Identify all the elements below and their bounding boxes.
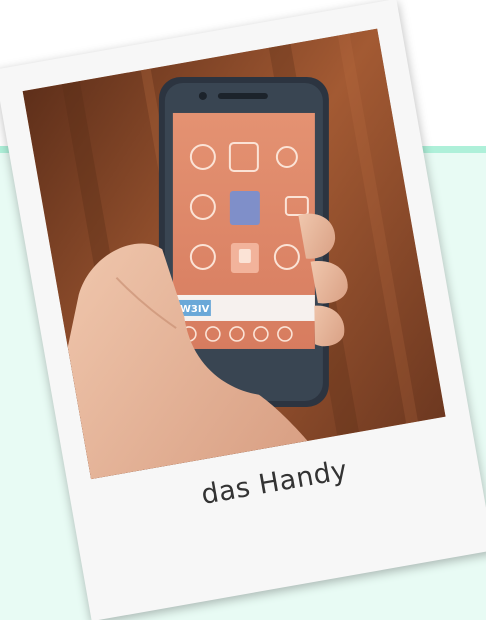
photo-illustration: W3IV <box>22 28 446 480</box>
screen-badge-text: W3IV <box>180 304 210 315</box>
smartphone-photo: W3IV <box>22 28 446 480</box>
faucet-tile <box>229 190 260 225</box>
scene: W3IV das Handy <box>0 0 486 620</box>
